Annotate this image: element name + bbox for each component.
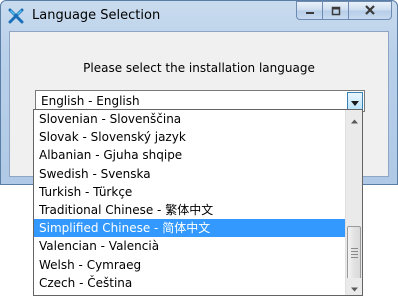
- maximize-button[interactable]: [322, 1, 348, 20]
- list-item-simplified-chinese[interactable]: Simplified Chinese - 简体中文: [34, 219, 345, 238]
- maximize-icon: [331, 1, 341, 20]
- language-dropdown-list: Slovenian - Slovenščina Slovak - Slovens…: [33, 109, 363, 296]
- list-item-slovenian[interactable]: Slovenian - Slovenščina: [34, 110, 345, 128]
- scroll-up-arrow-icon: [350, 109, 358, 128]
- close-icon: [364, 1, 376, 20]
- installer-x-icon: [8, 8, 24, 24]
- minimize-button[interactable]: [296, 1, 322, 20]
- minimize-icon: [305, 1, 315, 20]
- scroll-down-button[interactable]: [346, 278, 362, 295]
- list-item-turkish[interactable]: Turkish - Türkçe: [34, 183, 345, 201]
- close-button[interactable]: [348, 1, 392, 20]
- title-bar[interactable]: Language Selection: [1, 1, 397, 29]
- list-item-czech[interactable]: Czech - Čeština: [34, 274, 345, 292]
- list-item-albanian[interactable]: Albanian - Gjuha shqipe: [34, 146, 345, 164]
- list-item-valencian[interactable]: Valencian - Valencià: [34, 237, 345, 255]
- chevron-down-icon: [351, 92, 359, 111]
- instruction-label: Please select the installation language: [83, 61, 315, 75]
- scroll-down-arrow-icon: [350, 277, 358, 296]
- list-item-welsh[interactable]: Welsh - Cymraeg: [34, 256, 345, 274]
- window-title: Language Selection: [32, 8, 161, 23]
- list-item-swedish[interactable]: Swedish - Svenska: [34, 165, 345, 183]
- vertical-scrollbar[interactable]: [345, 110, 362, 295]
- language-options: Slovenian - Slovenščina Slovak - Slovens…: [34, 110, 345, 292]
- caption-buttons: [296, 1, 392, 21]
- scroll-up-button[interactable]: [346, 110, 362, 127]
- list-item-traditional-chinese[interactable]: Traditional Chinese - 繁体中文: [34, 201, 345, 219]
- list-item-slovak[interactable]: Slovak - Slovenský jazyk: [34, 128, 345, 146]
- selected-language-value: English - English: [41, 94, 140, 108]
- dropdown-toggle-button[interactable]: [347, 92, 363, 110]
- scrollbar-thumb[interactable]: [347, 226, 361, 280]
